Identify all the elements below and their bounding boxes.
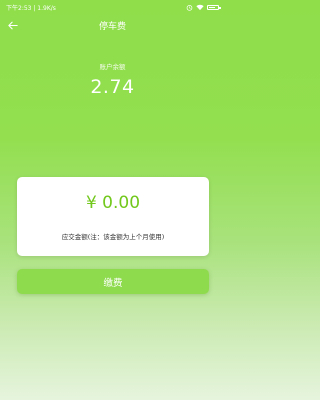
wifi-icon <box>196 4 204 11</box>
status-time-speed: 下午2:53 | 1.9K/s <box>6 4 56 12</box>
back-arrow-icon[interactable] <box>6 18 20 32</box>
battery-level-fill <box>209 6 216 8</box>
status-bar: 下午2:53 | 1.9K/s <box>0 0 225 14</box>
alarm-icon <box>186 4 193 11</box>
battery-icon <box>207 4 221 10</box>
amount-due-value: ¥ 0.00 <box>85 193 141 213</box>
status-icons <box>186 4 221 11</box>
pay-button[interactable]: 缴费 <box>17 269 209 294</box>
page-title: 停车费 <box>98 21 126 32</box>
amount-due-note: 应交金额(注：该金额为上个月使用) <box>61 233 165 241</box>
balance-value: 2.74 <box>90 76 135 98</box>
nav-bar: 停车费 <box>0 14 225 36</box>
balance-label: 账户余额 <box>99 63 126 71</box>
amount-card: ¥ 0.00 应交金额(注：该金额为上个月使用) <box>17 177 209 256</box>
